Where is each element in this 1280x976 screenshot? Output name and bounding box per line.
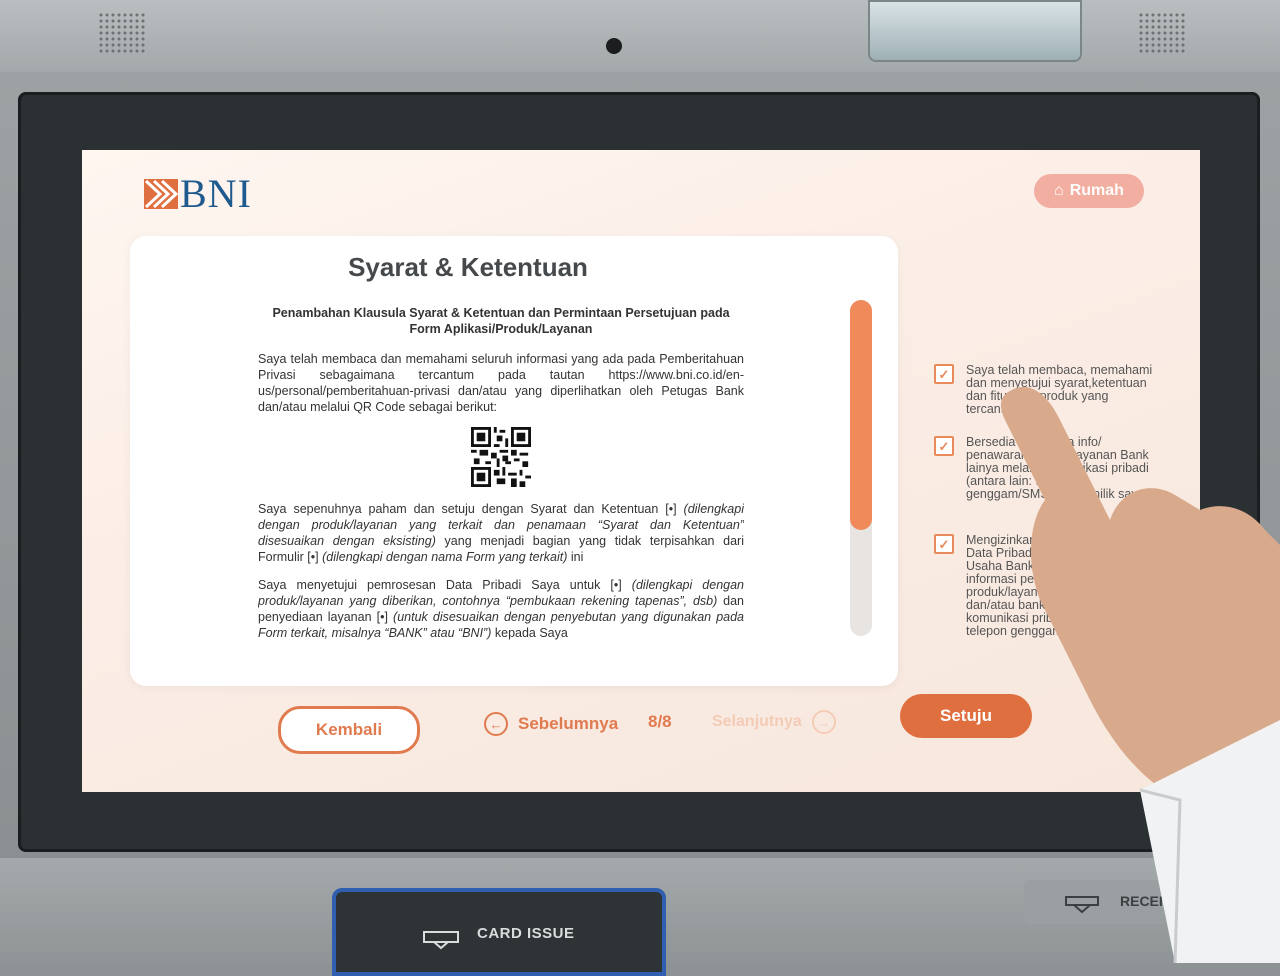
card-icon xyxy=(423,931,459,950)
scrollbar-thumb[interactable] xyxy=(850,300,872,530)
camera-lens xyxy=(606,38,622,54)
logo-text: BNI xyxy=(180,171,252,216)
paragraph-data-processing: Saya menyetujui pemrosesan Data Pribadi … xyxy=(258,578,744,640)
previous-button[interactable]: ← Sebelumnya xyxy=(484,712,618,736)
receipt-label: RECEIPT xyxy=(1120,893,1181,909)
qr-code xyxy=(471,427,531,487)
bni-logo: BNI xyxy=(144,170,252,217)
agree-button[interactable]: Setuju xyxy=(900,694,1032,738)
page-indicator: 8/8 xyxy=(648,712,672,731)
consent-item[interactable]: ✓ Saya telah membaca, memahami dan menye… xyxy=(934,364,1164,416)
next-label: Selanjutnya xyxy=(712,713,802,730)
receipt-icon xyxy=(1065,896,1099,914)
previous-label: Sebelumnya xyxy=(518,714,619,733)
terms-document[interactable]: Penambahan Klausula Syarat & Ketentuan d… xyxy=(258,305,744,645)
home-button[interactable]: ⌂ Rumah xyxy=(1034,174,1144,208)
kiosk-top-panel xyxy=(0,0,1280,72)
checkbox[interactable]: ✓ xyxy=(934,364,954,384)
speaker-grille xyxy=(1138,12,1186,54)
home-label: Rumah xyxy=(1069,182,1124,199)
checkbox[interactable]: ✓ xyxy=(934,436,954,456)
next-button[interactable]: Selanjutnya → xyxy=(712,710,836,734)
consent-text: Saya telah membaca, memahami dan menyetu… xyxy=(966,363,1153,416)
arrow-left-icon: ← xyxy=(484,712,508,736)
home-icon: ⌂ xyxy=(1054,182,1064,199)
document-heading: Penambahan Klausula Syarat & Ketentuan d… xyxy=(272,306,730,336)
back-button[interactable]: Kembali xyxy=(278,706,420,754)
touch-screen: BNI ⌂ Rumah Syarat & Ketentuan Penambaha… xyxy=(82,150,1200,792)
card-issue-label: CARD ISSUE xyxy=(477,925,575,942)
checkbox[interactable]: ✓ xyxy=(934,534,954,554)
page-title: Syarat & Ketentuan xyxy=(348,252,588,282)
paragraph-privacy: Saya telah membaca dan memahami seluruh … xyxy=(258,352,744,414)
arrow-right-icon: → xyxy=(811,710,836,734)
speaker-grille xyxy=(98,12,146,54)
consent-text: Bersedia menerima info/ penawaran produk… xyxy=(966,435,1149,501)
consent-item[interactable]: ✓ Mengizinkan Bank menggunakan Data Prib… xyxy=(934,534,1164,638)
consent-text: Mengizinkan Bank menggunakan Data Pribad… xyxy=(966,533,1151,638)
consent-item[interactable]: ✓ Bersedia menerima info/ penawaran prod… xyxy=(934,436,1164,501)
paragraph-terms: Saya sepenuhnya paham dan setuju dengan … xyxy=(258,502,744,564)
bni-logo-icon xyxy=(144,178,179,209)
camera-window xyxy=(868,0,1082,62)
